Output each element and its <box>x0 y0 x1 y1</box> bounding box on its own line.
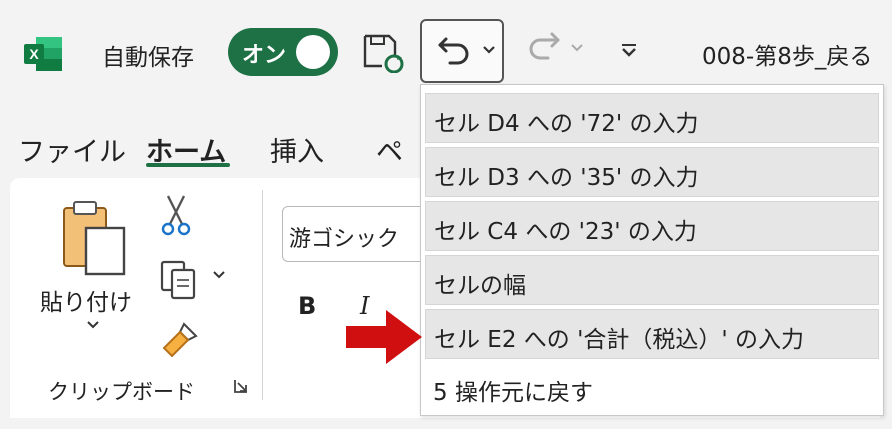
redo-dropdown-chevron-icon[interactable] <box>570 43 584 53</box>
toggle-label: オン <box>242 43 287 68</box>
active-tab-indicator <box>146 163 230 167</box>
paste-button-label[interactable]: 貼り付け <box>40 283 132 317</box>
undo-list-item-label: セル C4 への '23' の入力 <box>434 219 697 245</box>
svg-text:X: X <box>29 46 39 62</box>
copy-dropdown-chevron-icon[interactable] <box>212 270 226 280</box>
undo-list-item-label: セルの幅 <box>434 273 526 299</box>
undo-list-item-label: セル E2 への '合計（税込）' の入力 <box>434 327 805 353</box>
tab-page-layout[interactable]: ペ <box>376 130 403 169</box>
undo-icon <box>438 37 469 65</box>
paste-dropdown-chevron-icon[interactable] <box>86 320 100 330</box>
undo-list-item-label: セル D3 への '35' の入力 <box>434 165 699 191</box>
copy-icon[interactable] <box>158 258 202 302</box>
format-painter-icon[interactable] <box>158 318 202 362</box>
font-name-value: 游ゴシック <box>289 227 400 252</box>
undo-history-dropdown: セル D4 への '72' の入力 セル D3 への '35' の入力 セル C… <box>420 84 884 416</box>
dialog-launcher-icon[interactable] <box>233 378 249 394</box>
undo-button[interactable] <box>420 19 504 83</box>
document-title: 008-第8歩_戻る <box>702 44 873 70</box>
tab-file[interactable]: ファイル <box>18 130 126 169</box>
tab-insert[interactable]: 挿入 <box>270 130 324 169</box>
undo-count-label: 5 操作元に戻す <box>433 380 593 406</box>
group-separator <box>262 190 263 400</box>
autosave-label: 自動保存 <box>102 45 194 71</box>
font-name-combobox[interactable]: 游ゴシック <box>282 206 432 262</box>
bold-button[interactable]: B <box>298 292 316 320</box>
scissors-icon[interactable] <box>158 192 194 238</box>
undo-list-item[interactable]: セル D4 への '72' の入力 <box>425 93 879 143</box>
save-icon[interactable] <box>362 33 406 73</box>
undo-list-item[interactable]: セル E2 への '合計（税込）' の入力 <box>425 309 879 359</box>
undo-list-item[interactable]: セル C4 への '23' の入力 <box>425 201 879 251</box>
annotation-arrow-icon <box>346 310 422 364</box>
customize-toolbar-icon[interactable] <box>620 42 638 58</box>
undo-list-item[interactable]: セルの幅 <box>425 255 879 305</box>
redo-icon[interactable] <box>522 28 562 66</box>
autosave-toggle[interactable]: オン <box>228 28 338 76</box>
clipboard-group-label: クリップボード <box>48 380 195 404</box>
undo-list-item[interactable]: セル D3 への '35' の入力 <box>425 147 879 197</box>
toggle-knob <box>296 35 330 69</box>
undo-list-item-label: セル D4 への '72' の入力 <box>434 111 699 137</box>
undo-dropdown-chevron-icon[interactable] <box>482 45 496 55</box>
excel-logo-icon: X <box>24 37 62 71</box>
paste-icon[interactable] <box>52 198 132 278</box>
